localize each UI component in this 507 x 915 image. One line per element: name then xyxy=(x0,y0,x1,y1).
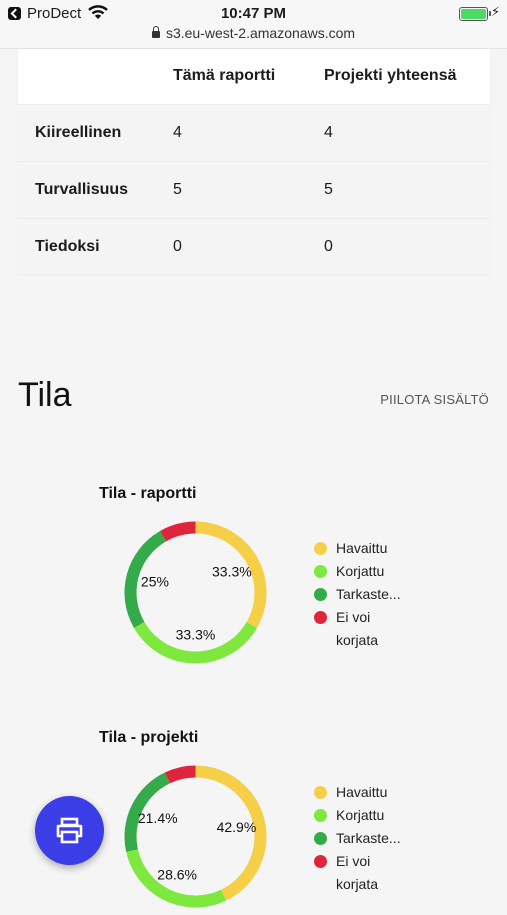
url-text: s3.eu-west-2.amazonaws.com xyxy=(165,25,356,41)
legend-dot xyxy=(314,542,327,555)
donut-chart-project: 42.9% 28.6% 21.4% xyxy=(124,765,267,908)
row-label: Tiedoksi xyxy=(35,238,100,255)
column-header-project: Projekti yhteensä xyxy=(324,67,457,84)
print-icon xyxy=(56,817,83,844)
slice-label: 33.3% xyxy=(212,564,252,580)
legend-label: Korjattu xyxy=(336,807,385,823)
legend-dot xyxy=(314,611,327,624)
legend-project: Havaittu Korjattu Tarkaste... Ei voi kor… xyxy=(314,781,416,896)
findings-table: Tämä raportti Projekti yhteensä Kiireell… xyxy=(18,49,490,274)
legend-label: Ei voi korjata xyxy=(336,609,379,648)
hide-content-button[interactable]: PIILOTA SISÄLTÖ xyxy=(380,392,489,407)
donut-chart-report: 33.3% 33.3% 25% xyxy=(124,521,267,664)
legend-item[interactable]: Havaittu xyxy=(314,537,416,560)
chart-title: Tila - raportti xyxy=(99,485,197,502)
legend-dot xyxy=(314,786,327,799)
chart-title: Tila - projekti xyxy=(99,729,199,746)
legend-item[interactable]: Ei voi korjata xyxy=(314,850,416,896)
slice-label: 25% xyxy=(141,574,169,590)
legend-label: Havaittu xyxy=(336,540,388,556)
row-value-report: 4 xyxy=(173,124,182,141)
legend-label: Ei voi korjata xyxy=(336,853,379,892)
legend-dot xyxy=(314,832,327,845)
row-value-project: 4 xyxy=(324,124,333,141)
donut-slice[interactable] xyxy=(160,521,196,542)
clock: 10:47 PM xyxy=(220,5,287,22)
lock-icon xyxy=(151,26,160,38)
row-value-project: 5 xyxy=(324,181,333,198)
legend-label: Tarkaste... xyxy=(336,586,401,602)
legend-label: Korjattu xyxy=(336,563,385,579)
slice-label: 42.9% xyxy=(217,819,257,835)
legend-dot xyxy=(314,809,327,822)
table-row: Kiireellinen 4 4 xyxy=(18,104,490,161)
table-header: Tämä raportti Projekti yhteensä xyxy=(18,49,490,104)
row-label: Turvallisuus xyxy=(35,181,129,198)
legend-item[interactable]: Tarkaste... xyxy=(314,827,416,850)
table-row: Turvallisuus 5 5 xyxy=(18,161,490,218)
legend-item[interactable]: Korjattu xyxy=(314,560,416,583)
row-value-report: 5 xyxy=(173,181,182,198)
donut-slice[interactable] xyxy=(164,765,196,784)
legend-item[interactable]: Korjattu xyxy=(314,804,416,827)
legend-item[interactable]: Havaittu xyxy=(314,781,416,804)
legend-dot xyxy=(314,565,327,578)
slice-label: 21.4% xyxy=(138,810,178,826)
row-value-report: 0 xyxy=(173,238,182,255)
url-bar[interactable]: s3.eu-west-2.amazonaws.com xyxy=(0,25,507,41)
legend-dot xyxy=(314,855,327,868)
table-row: Tiedoksi 0 0 xyxy=(18,218,490,275)
legend-label: Tarkaste... xyxy=(336,830,401,846)
legend-report: Havaittu Korjattu Tarkaste... Ei voi kor… xyxy=(314,537,416,652)
legend-item[interactable]: Ei voi korjata xyxy=(314,606,416,652)
legend-label: Havaittu xyxy=(336,784,388,800)
print-button[interactable] xyxy=(35,796,104,865)
slice-label: 28.6% xyxy=(157,866,197,882)
legend-dot xyxy=(314,588,327,601)
status-bar: ProDect 10:47 PM ⚡︎ s3.eu-west-2.amazona… xyxy=(0,0,507,49)
section-title: Tila xyxy=(18,376,72,414)
legend-item[interactable]: Tarkaste... xyxy=(314,583,416,606)
row-value-project: 0 xyxy=(324,238,333,255)
slice-label: 33.3% xyxy=(176,627,216,643)
charging-bolt-icon: ⚡︎ xyxy=(491,4,501,19)
row-label: Kiireellinen xyxy=(35,124,122,141)
battery-icon xyxy=(459,7,491,21)
column-header-report: Tämä raportti xyxy=(173,67,276,84)
